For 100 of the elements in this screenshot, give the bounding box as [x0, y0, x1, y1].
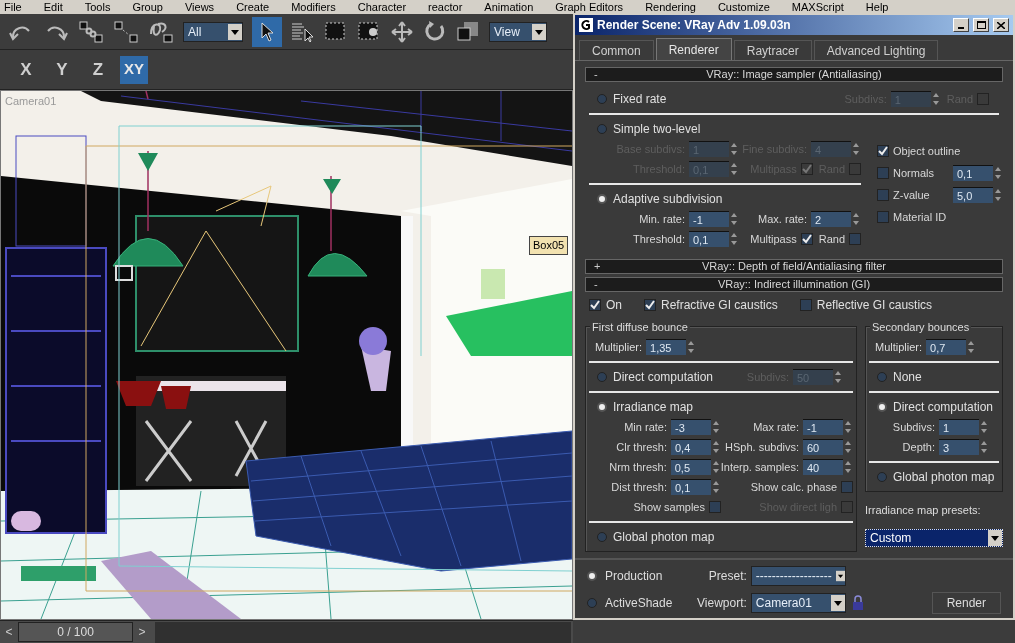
presets-dropdown[interactable]: Custom — [865, 528, 1003, 547]
render-button[interactable]: Render — [931, 592, 1001, 614]
menu-item[interactable]: Edit — [43, 0, 63, 14]
axis-constraint-button[interactable]: Y — [48, 55, 76, 84]
collapse-toggle[interactable]: + — [594, 258, 604, 275]
radio-label: Simple two-level — [613, 121, 701, 138]
caret-icon — [988, 529, 1002, 546]
menu-item[interactable]: Views — [184, 0, 215, 14]
window-title: Render Scene: VRay Adv 1.09.03n — [597, 17, 792, 34]
app-icon — [579, 18, 593, 32]
radio-button[interactable] — [587, 571, 597, 581]
preset-dropdown[interactable]: ------------------- — [750, 566, 846, 586]
menu-item[interactable]: Help — [865, 0, 889, 14]
rollout-header[interactable]: + VRay:: Depth of field/Antialiasing filter — [585, 259, 1003, 274]
rollout-title: VRay:: Indirect illumination (GI) — [716, 277, 872, 293]
rollout-header[interactable]: - VRay:: Image sampler (Antialiasing) — [585, 67, 1003, 82]
menu-item[interactable]: Tools — [84, 0, 111, 14]
minimize-button[interactable] — [953, 18, 969, 32]
select-by-name-icon[interactable] — [291, 20, 315, 43]
unlink-icon[interactable] — [113, 19, 139, 44]
tab[interactable]: Raytracer — [733, 40, 812, 60]
link-icon[interactable] — [78, 19, 104, 44]
next-frame-button[interactable]: > — [133, 621, 151, 643]
field-label: Multiplier: — [595, 339, 643, 355]
radio-button[interactable] — [877, 402, 887, 412]
radio-button[interactable] — [877, 472, 887, 482]
checkbox[interactable] — [841, 481, 853, 493]
radio-button[interactable] — [597, 402, 607, 412]
selection-filter-dropdown[interactable]: All — [183, 21, 243, 42]
checkbox[interactable] — [799, 299, 812, 311]
select-object-button[interactable] — [252, 16, 282, 47]
menu-item[interactable]: Modifiers — [291, 0, 336, 14]
scale-icon[interactable] — [456, 19, 480, 44]
menu-item[interactable]: Animation — [484, 0, 534, 14]
field-label: Threshold: — [633, 231, 685, 247]
menu-item[interactable]: Rendering — [645, 0, 696, 14]
menu-item[interactable]: File — [4, 0, 22, 14]
tab[interactable]: Common — [579, 40, 654, 60]
checkbox-label: Z-value — [893, 187, 931, 203]
caret-icon — [835, 568, 845, 584]
viewport-dropdown[interactable]: Camera01 — [750, 593, 846, 613]
menu-item[interactable]: reactor — [428, 0, 463, 14]
checkbox[interactable] — [877, 211, 889, 223]
radio-button[interactable] — [597, 532, 607, 542]
checkbox-label: Multipass — [750, 231, 797, 247]
menu-item[interactable]: Customize — [717, 0, 770, 14]
checkbox-label: Material ID — [893, 209, 947, 225]
checkbox[interactable] — [877, 167, 889, 179]
checkbox[interactable] — [709, 501, 721, 513]
radio-button[interactable] — [597, 372, 607, 382]
radio-label: Adaptive subdivision — [613, 191, 723, 208]
menu-item[interactable]: Graph Editors — [555, 0, 624, 14]
menu-item[interactable]: Group — [132, 0, 163, 14]
cursor-icon — [260, 21, 274, 42]
radio-label: Global photon map — [613, 529, 715, 546]
maximize-button[interactable] — [973, 18, 989, 32]
object-tooltip: Box05 — [529, 236, 569, 255]
frame-counter: 0 / 100 — [18, 622, 133, 642]
tab[interactable]: Advanced Lighting — [813, 40, 939, 60]
checkbox[interactable] — [589, 299, 601, 311]
radio-button[interactable] — [877, 372, 887, 382]
time-slider-thumb[interactable]: < 0 / 100 > — [0, 621, 155, 643]
axis-constraint-button[interactable]: X — [12, 55, 40, 84]
collapse-toggle[interactable]: - — [594, 66, 604, 83]
axis-constraint-button[interactable]: Z — [84, 55, 112, 84]
tab[interactable]: Renderer — [655, 38, 732, 60]
radio-button[interactable] — [597, 194, 607, 204]
collapse-toggle[interactable]: - — [594, 276, 604, 293]
checkbox[interactable] — [800, 233, 813, 245]
lock-icon[interactable] — [851, 595, 864, 611]
checkbox-label: Show samples — [633, 499, 705, 515]
checkbox[interactable] — [644, 299, 656, 311]
field-label: Preset: — [708, 568, 747, 585]
radio-button[interactable] — [597, 124, 607, 134]
close-button[interactable] — [993, 18, 1009, 32]
radio-label: Direct computation — [893, 399, 994, 416]
radio-button[interactable] — [587, 598, 597, 608]
menu-item[interactable]: Character — [357, 0, 407, 14]
field-label: Viewport: — [697, 595, 747, 612]
checkbox[interactable] — [849, 233, 861, 245]
window-crossing-icon[interactable] — [357, 20, 381, 43]
axis-constraint-button[interactable]: XY — [120, 55, 148, 84]
field-label: Multiplier: — [875, 339, 923, 355]
menu-item[interactable]: Create — [236, 0, 270, 14]
radio-label: None — [893, 369, 922, 386]
move-icon[interactable] — [390, 19, 414, 44]
radio-button[interactable] — [597, 94, 607, 104]
previous-frame-button[interactable]: < — [0, 621, 18, 643]
reference-coordinate-dropdown[interactable]: View — [489, 21, 547, 42]
close-icon — [997, 21, 1005, 29]
rollout-header[interactable]: - VRay:: Indirect illumination (GI) — [585, 277, 1003, 292]
field-label: Min rate: — [624, 419, 667, 435]
checkbox[interactable] — [877, 189, 889, 201]
menu-item[interactable]: MAXScript — [791, 0, 844, 14]
region-select-icon[interactable] — [324, 20, 348, 43]
rotate-icon[interactable] — [423, 19, 447, 44]
caret-icon — [228, 23, 242, 40]
radio-label: Fixed rate — [613, 91, 667, 108]
field-label: Interp. samples: — [720, 459, 799, 475]
checkbox[interactable] — [877, 145, 889, 157]
